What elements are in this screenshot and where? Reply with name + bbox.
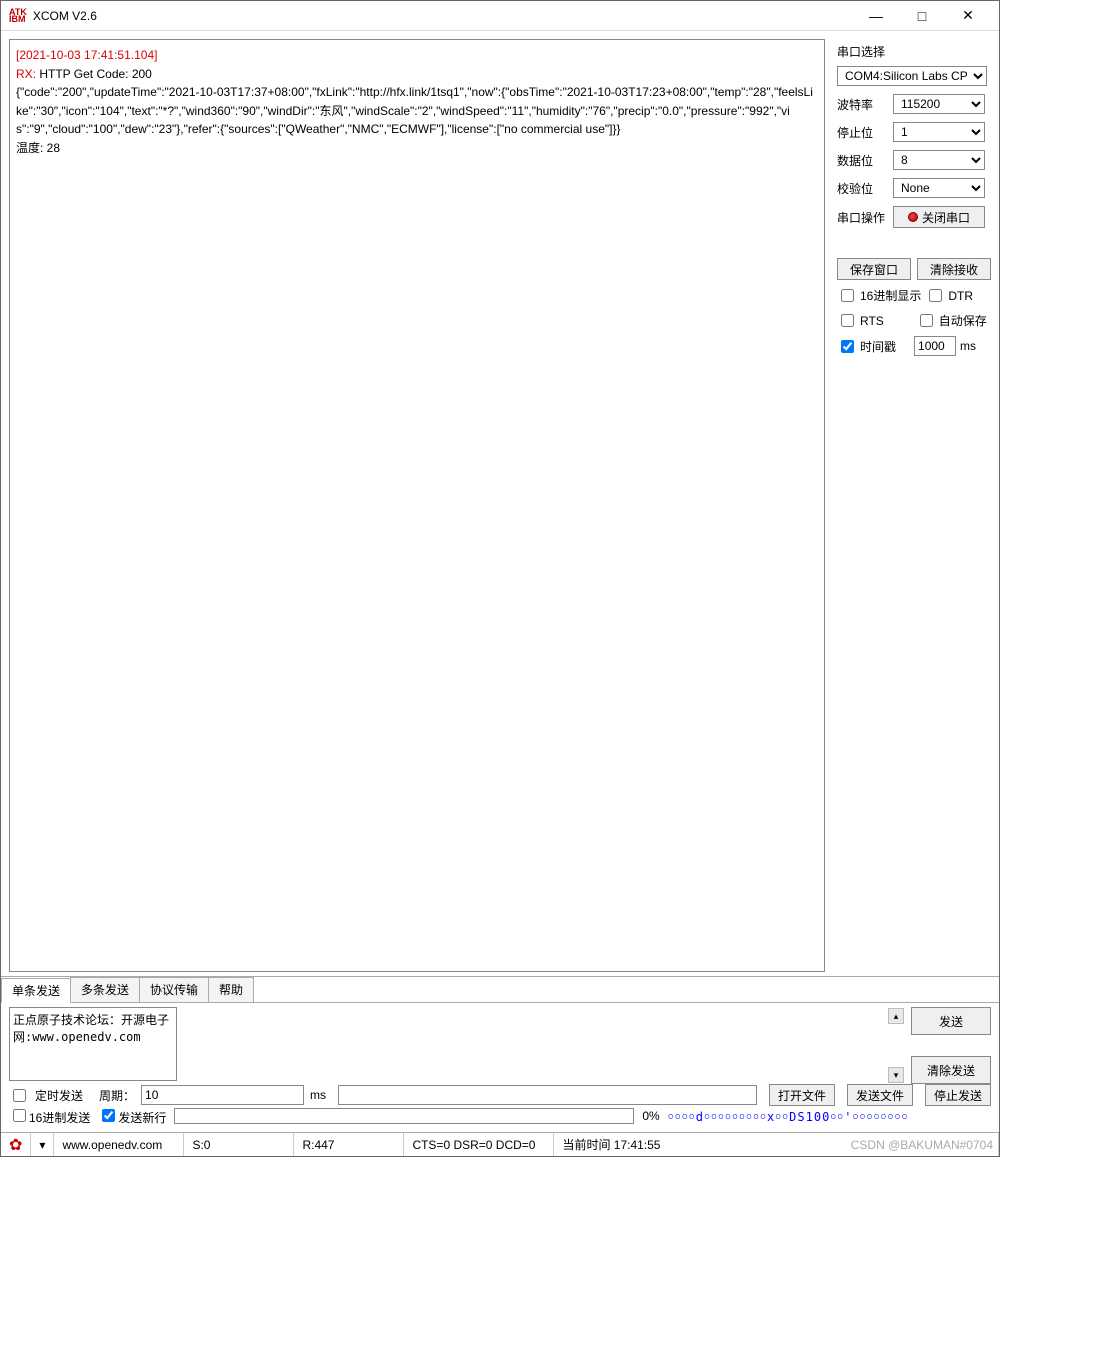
send-newline-checkbox[interactable] [102, 1109, 115, 1122]
stop-select[interactable]: 1 [893, 122, 985, 142]
port-status-icon [908, 212, 918, 222]
autosave-label: 自动保存 [939, 312, 987, 329]
timed-send-checkbox[interactable] [13, 1089, 26, 1102]
rx-timestamp: [2021-10-03 17:41:51.104] [16, 48, 157, 62]
send-textarea[interactable]: 正点原子技术论坛：开源电子网:www.openedv.com [9, 1007, 177, 1081]
hex-display-label: 16进制显示 [860, 287, 921, 304]
rx-temp-line: 温度: 28 [16, 141, 60, 155]
timestamp-unit: ms [960, 339, 976, 353]
period-label: 周期： [99, 1087, 135, 1104]
status-url[interactable]: www.openedv.com [54, 1133, 184, 1156]
hex-display-checkbox[interactable] [841, 289, 854, 302]
titlebar: ATKIBM XCOM V2.6 — □ ✕ [1, 1, 999, 31]
serial-panel: 串口选择 COM4:Silicon Labs CP2 波特率115200 停止位… [829, 31, 999, 976]
progress-percent: 0% [642, 1109, 659, 1123]
window-title: XCOM V2.6 [33, 9, 853, 23]
clear-receive-button[interactable]: 清除接收 [917, 258, 991, 280]
parity-select[interactable]: None [893, 178, 985, 198]
status-signals: CTS=0 DSR=0 DCD=0 [404, 1133, 554, 1156]
rx-http-line: HTTP Get Code: 200 [36, 67, 152, 81]
baud-select[interactable]: 115200 [893, 94, 985, 114]
app-window: ATKIBM XCOM V2.6 — □ ✕ [2021-10-03 17:41… [0, 0, 1000, 1157]
minimize-button[interactable]: — [853, 1, 899, 31]
status-bar: ✿ ▾ www.openedv.com S:0 R:447 CTS=0 DSR=… [1, 1132, 999, 1156]
app-logo-icon: ATKIBM [9, 9, 27, 23]
status-s-count: S:0 [184, 1133, 294, 1156]
data-label: 数据位 [837, 152, 893, 169]
stop-send-button[interactable]: 停止发送 [925, 1084, 991, 1106]
op-label: 串口操作 [837, 209, 893, 226]
send-button[interactable]: 发送 [911, 1007, 991, 1035]
stop-label: 停止位 [837, 124, 893, 141]
close-button[interactable]: ✕ [945, 1, 991, 31]
tab-help[interactable]: 帮助 [208, 977, 254, 1002]
rts-checkbox[interactable] [841, 314, 854, 327]
data-select[interactable]: 8 [893, 150, 985, 170]
port-select[interactable]: COM4:Silicon Labs CP2 [837, 66, 987, 86]
serial-group-title: 串口选择 [837, 43, 991, 60]
tab-protocol[interactable]: 协议传输 [139, 977, 209, 1002]
status-r-count: R:447 [294, 1133, 404, 1156]
save-window-button[interactable]: 保存窗口 [837, 258, 911, 280]
scroll-up-icon[interactable]: ▴ [888, 1008, 904, 1024]
clear-send-button[interactable]: 清除发送 [911, 1056, 991, 1084]
timestamp-checkbox[interactable] [841, 340, 854, 353]
file-path-input[interactable] [338, 1085, 757, 1105]
rx-prefix: RX: [16, 67, 36, 81]
send-tabs: 单条发送 多条发送 协议传输 帮助 [1, 976, 999, 1003]
port-toggle-button[interactable]: 关闭串口 [893, 206, 985, 228]
autosave-checkbox[interactable] [920, 314, 933, 327]
tab-single-send[interactable]: 单条发送 [1, 978, 71, 1003]
send-file-button[interactable]: 发送文件 [847, 1084, 913, 1106]
receive-textarea[interactable]: [2021-10-03 17:41:51.104] RX: HTTP Get C… [9, 39, 825, 972]
tab-multi-send[interactable]: 多条发送 [70, 977, 140, 1002]
progress-bar [174, 1108, 634, 1124]
hex-send-label: 16进制发送 [29, 1111, 90, 1125]
period-unit: ms [310, 1088, 326, 1102]
hex-send-checkbox[interactable] [13, 1109, 26, 1122]
timestamp-label: 时间戳 [860, 338, 896, 355]
dtr-checkbox[interactable] [929, 289, 942, 302]
timed-send-label: 定时发送 [35, 1087, 83, 1104]
parity-label: 校验位 [837, 180, 893, 197]
scroll-down-icon[interactable]: ▾ [888, 1067, 904, 1083]
timestamp-input[interactable] [914, 336, 956, 356]
binary-tail: ￮￮￮￮d￮￮￮￮￮￮￮￮￮x￮￮DS100￮￮'￮￮￮￮￮￮￮￮ [668, 1108, 991, 1125]
watermark: CSDN @BAKUMAN#0704 [851, 1138, 993, 1152]
dtr-label: DTR [948, 289, 973, 303]
rts-label: RTS [860, 314, 884, 328]
dropdown-arrow-icon[interactable]: ▾ [31, 1133, 54, 1156]
period-input[interactable] [141, 1085, 304, 1105]
open-file-button[interactable]: 打开文件 [769, 1084, 835, 1106]
rx-json-body: {"code":"200","updateTime":"2021-10-03T1… [16, 85, 813, 136]
maximize-button[interactable]: □ [899, 1, 945, 31]
settings-gear-icon[interactable]: ✿ [1, 1133, 31, 1156]
baud-label: 波特率 [837, 96, 893, 113]
send-newline-label: 发送新行 [118, 1111, 166, 1125]
